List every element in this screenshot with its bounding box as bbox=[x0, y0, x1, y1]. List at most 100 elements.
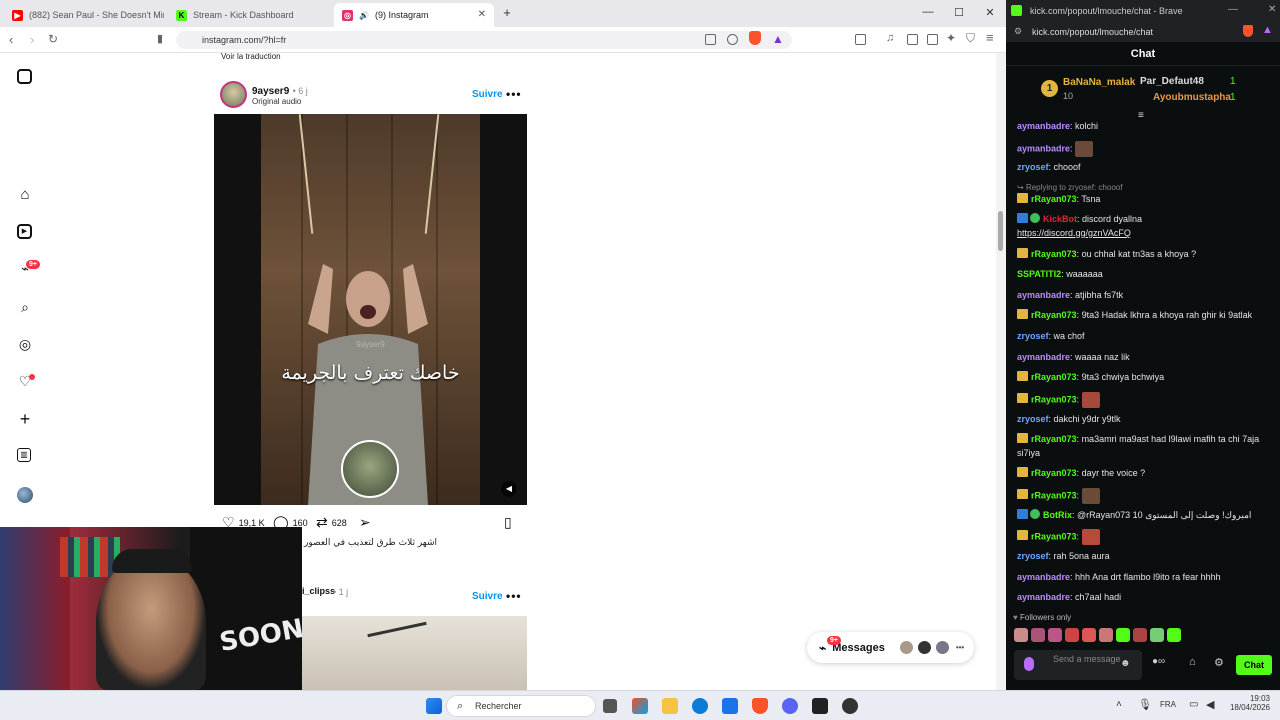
post-avatar[interactable] bbox=[220, 81, 247, 108]
reel-video-2[interactable] bbox=[302, 616, 527, 690]
send-icon[interactable]: ➢ bbox=[359, 514, 371, 531]
dashboard-icon[interactable]: ▥ bbox=[17, 448, 31, 462]
repost-action[interactable]: ⇄ 628 bbox=[316, 514, 347, 531]
tab-search-icon[interactable] bbox=[855, 34, 866, 45]
reels-icon[interactable]: ▶ bbox=[17, 224, 32, 239]
kick-url-field[interactable]: kick.com/popout/lmouche/chat bbox=[1006, 22, 1280, 42]
maximize-button[interactable]: ☐ bbox=[952, 6, 966, 19]
emote-icon[interactable] bbox=[1167, 628, 1181, 642]
network-icon[interactable]: ▭ bbox=[1189, 699, 1198, 710]
more-options-icon-2[interactable]: ••• bbox=[506, 589, 522, 603]
cast-icon[interactable] bbox=[705, 34, 716, 45]
chat-username[interactable]: rRayan073 bbox=[1031, 394, 1077, 404]
brave-shield-icon[interactable] bbox=[1243, 25, 1253, 37]
vpn-icon[interactable]: ⛉ bbox=[966, 31, 975, 46]
brave-icon[interactable] bbox=[752, 698, 768, 714]
reload-icon[interactable]: ↻ bbox=[48, 32, 58, 46]
kick-minimize-button[interactable]: — bbox=[1228, 4, 1238, 15]
copilot-icon[interactable] bbox=[632, 698, 648, 714]
share-icon[interactable] bbox=[727, 34, 738, 45]
brave-rewards-icon[interactable]: ▲ bbox=[772, 32, 784, 46]
sidebar-icon[interactable] bbox=[907, 34, 918, 45]
leo-ai-icon[interactable]: ✦ bbox=[946, 31, 956, 45]
minimize-button[interactable]: — bbox=[921, 6, 935, 18]
chat-username[interactable]: rRayan073 bbox=[1031, 531, 1077, 541]
emote-icon[interactable] bbox=[1082, 628, 1096, 642]
scroll-thumb[interactable] bbox=[998, 211, 1003, 251]
store-icon[interactable]: ⌂ bbox=[1189, 656, 1196, 668]
second-gifter-name[interactable]: Par_Defaut48 bbox=[1140, 76, 1204, 87]
kick-close-button[interactable]: ✕ bbox=[1268, 4, 1276, 15]
profile-avatar[interactable] bbox=[17, 487, 33, 503]
task-view-icon[interactable] bbox=[603, 699, 617, 713]
points-icon[interactable]: ●∞ bbox=[1152, 656, 1165, 667]
url-field[interactable]: instagram.com/?hl=fr bbox=[176, 31, 792, 49]
start-icon[interactable] bbox=[426, 698, 442, 714]
follow-button[interactable]: Suivre bbox=[472, 89, 503, 100]
create-plus-icon[interactable]: + bbox=[17, 410, 33, 428]
save-bookmark-icon[interactable]: ▯ bbox=[504, 514, 512, 531]
chat-username[interactable]: aymanbadre bbox=[1017, 352, 1070, 362]
repost-icon[interactable]: ⇄ bbox=[316, 514, 328, 531]
share-action[interactable]: ➢ bbox=[359, 514, 371, 531]
menu-icon[interactable]: ≡ bbox=[986, 30, 994, 45]
chat-username[interactable]: SSPATITI2 bbox=[1017, 269, 1061, 279]
bookmark-icon[interactable]: ▮ bbox=[157, 32, 163, 45]
store-icon[interactable] bbox=[722, 698, 738, 714]
tab-youtube[interactable]: ▶ (882) Sean Paul - She Doesn't Mind | bbox=[4, 3, 164, 27]
emote-icon[interactable] bbox=[1014, 628, 1028, 642]
media-icon[interactable]: ♫ bbox=[886, 32, 894, 44]
page-scrollbar[interactable] bbox=[996, 53, 1006, 690]
chat-username[interactable]: aymanbadre bbox=[1017, 121, 1070, 131]
volume-icon[interactable]: ◀ bbox=[501, 481, 517, 497]
follow-button-2[interactable]: Suivre bbox=[472, 591, 503, 602]
chat-username[interactable]: rRayan073 bbox=[1031, 490, 1077, 500]
app-icon[interactable] bbox=[842, 698, 858, 714]
back-icon[interactable]: ‹ bbox=[9, 32, 13, 47]
emote-icon[interactable] bbox=[1031, 628, 1045, 642]
speaker-icon[interactable]: 🔊 bbox=[359, 11, 369, 20]
microphone-tray-icon[interactable]: 🎙 bbox=[1138, 698, 1152, 711]
emote-icon[interactable] bbox=[1065, 628, 1079, 642]
chat-username[interactable]: rRayan073 bbox=[1031, 468, 1077, 478]
emote-icon[interactable] bbox=[1133, 628, 1147, 642]
chat-username[interactable]: rRayan073 bbox=[1031, 372, 1077, 382]
explore-icon[interactable]: ◎ bbox=[17, 336, 33, 352]
chat-username[interactable]: rRayan073 bbox=[1031, 434, 1077, 444]
search-box[interactable]: ⌕ Rechercher bbox=[446, 695, 596, 717]
save-action[interactable]: ▯ bbox=[504, 514, 512, 531]
chat-username[interactable]: rRayan073 bbox=[1031, 249, 1077, 259]
discord-icon[interactable] bbox=[782, 698, 798, 714]
post2-username[interactable]: i_clipss bbox=[302, 586, 335, 596]
emote-icon[interactable] bbox=[1048, 628, 1062, 642]
emote-icon[interactable] bbox=[1099, 628, 1113, 642]
chat-link[interactable]: https://discord.gg/gznVAcFQ bbox=[1017, 228, 1131, 238]
translate-link[interactable]: Voir la traduction bbox=[221, 53, 281, 61]
tab-instagram[interactable]: ◎ 🔊 (9) Instagram ✕ bbox=[334, 3, 494, 27]
more-options-icon[interactable]: ••• bbox=[506, 87, 522, 101]
search-icon[interactable]: ⌕ bbox=[17, 299, 33, 315]
site-settings-icon[interactable]: ⚙ bbox=[1014, 26, 1022, 37]
messages-button[interactable]: ⌁ 9+ Messages ••• bbox=[807, 632, 974, 663]
volume-icon[interactable]: ◀ bbox=[1206, 698, 1214, 711]
close-window-button[interactable]: ✕ bbox=[983, 6, 997, 19]
reel-video[interactable]: 9ayser9 خاصك تعترف بالجريمة ◀ bbox=[214, 114, 527, 505]
clock[interactable]: 19:03 18/04/2026 bbox=[1226, 694, 1270, 712]
post-username[interactable]: 9ayser9 bbox=[252, 86, 289, 97]
edge-icon[interactable] bbox=[692, 698, 708, 714]
chat-send-button[interactable]: Chat bbox=[1236, 655, 1272, 675]
chat-username[interactable]: aymanbadre bbox=[1017, 592, 1070, 602]
chat-username[interactable]: KickBot bbox=[1043, 214, 1077, 224]
chat-username[interactable]: rRayan073 bbox=[1031, 194, 1077, 204]
chat-username[interactable]: zryosef bbox=[1017, 551, 1049, 561]
new-tab-button[interactable]: + bbox=[500, 5, 514, 20]
chat-username[interactable]: zryosef bbox=[1017, 162, 1049, 172]
chat-settings-icon[interactable]: ⚙ bbox=[1214, 656, 1224, 669]
language-indicator[interactable]: FRA bbox=[1160, 700, 1176, 709]
post-audio[interactable]: Original audio bbox=[252, 97, 308, 106]
chat-username[interactable]: aymanbadre bbox=[1017, 572, 1070, 582]
forward-icon[interactable]: › bbox=[30, 32, 34, 47]
chat-username[interactable]: aymanbadre bbox=[1017, 290, 1070, 300]
emote-icon[interactable] bbox=[1116, 628, 1130, 642]
chat-username[interactable]: zryosef bbox=[1017, 414, 1049, 424]
